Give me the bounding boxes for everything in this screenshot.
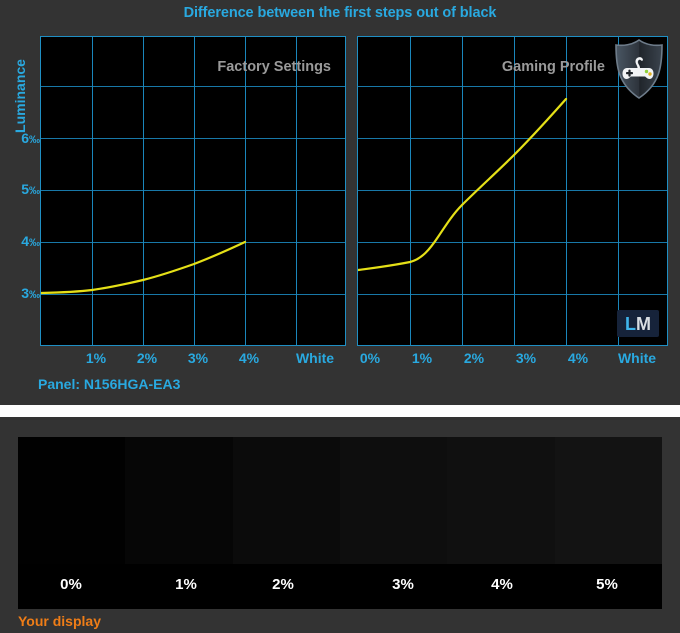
x-tick-right-1: 1% (411, 350, 433, 366)
x-tick-left-4: 4% (238, 350, 260, 366)
lm-letter-l: L (625, 313, 636, 334)
factory-settings-curve (41, 240, 247, 295)
step-label-0: 0% (60, 576, 82, 593)
grad-step-0 (18, 437, 126, 564)
panel-model-label: Panel: N156HGA-EA3 (38, 376, 181, 392)
y-tick-3: 3‰ (21, 285, 40, 301)
step-label-5: 5% (596, 576, 618, 593)
your-display-label: Your display (18, 613, 101, 629)
x-tick-right-2: 2% (463, 350, 485, 366)
x-tick-left-white: White (295, 350, 335, 366)
step-label-2: 2% (272, 576, 294, 593)
grad-step-3 (339, 437, 448, 564)
black-steps-strip (18, 437, 662, 564)
x-tick-left-1: 1% (85, 350, 107, 366)
chart-caption-gaming: Gaming Profile (501, 59, 605, 75)
step-label-4: 4% (491, 576, 513, 593)
chart-caption-factory: Factory Settings (217, 59, 331, 75)
step-label-1: 1% (175, 576, 197, 593)
page-title: Difference between the first steps out o… (183, 5, 497, 21)
grad-step-1 (125, 437, 233, 564)
x-tick-left-3: 3% (187, 350, 209, 366)
y-tick-6: 6‰ (21, 130, 40, 146)
grad-step-2 (232, 437, 340, 564)
y-tick-5: 5‰ (21, 181, 40, 197)
lm-watermark: LM (617, 310, 659, 337)
x-tick-right-4: 4% (567, 350, 589, 366)
black-steps-labels: 0% 1% 2% 3% 4% 5% (18, 564, 662, 609)
x-tick-left-2: 2% (136, 350, 158, 366)
shield-gamepad-icon (615, 39, 663, 99)
x-tick-right-white: White (617, 350, 657, 366)
x-tick-right-3: 3% (515, 350, 537, 366)
y-tick-4: 4‰ (21, 233, 40, 249)
grad-step-4 (447, 437, 555, 564)
step-label-3: 3% (392, 576, 414, 593)
your-display-panel: 0% 1% 2% 3% 4% 5% Your display (0, 417, 680, 633)
chart-factory-settings: Factory Settings (40, 36, 346, 346)
charts-panel: Difference between the first steps out o… (0, 0, 680, 405)
section-divider (0, 405, 680, 417)
lm-letter-m: M (636, 313, 651, 334)
grad-step-5 (554, 437, 662, 564)
chart-gaming-profile: Gaming Profile L M (357, 36, 668, 346)
x-tick-right-0: 0% (359, 350, 381, 366)
